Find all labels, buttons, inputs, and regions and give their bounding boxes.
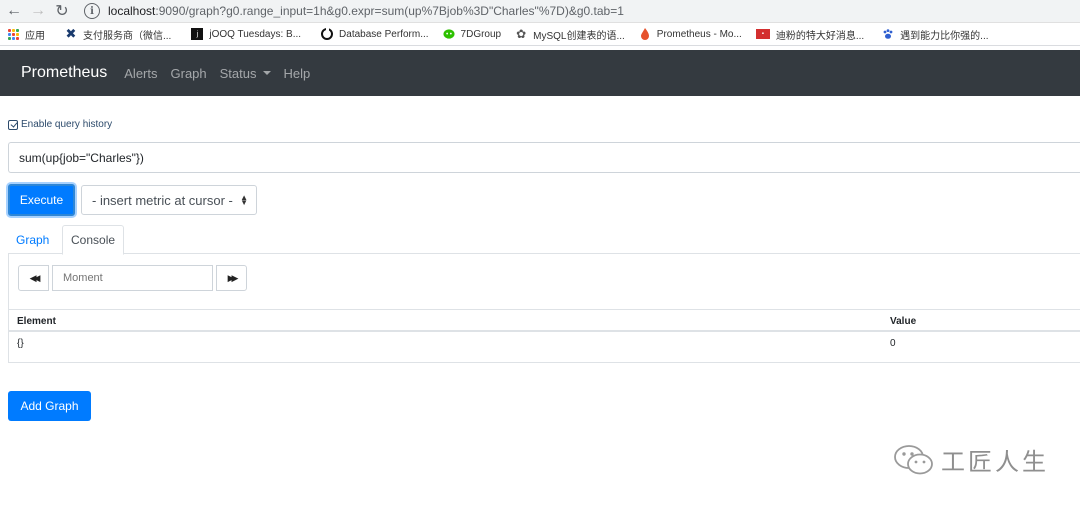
prometheus-icon xyxy=(639,28,651,40)
bookmark-label: 遇到能力比你强的... xyxy=(900,30,989,42)
url-host: localhost xyxy=(108,4,156,18)
metric-select-value: - insert metric at cursor - xyxy=(92,192,233,208)
bookmark-item[interactable]: 7DGroup xyxy=(442,28,502,40)
time-back-button[interactable]: ◀◀ xyxy=(18,265,49,291)
bookmark-item[interactable]: Database Perform... xyxy=(321,28,429,40)
bookmarks-bar: 应用 ✖ 支付服务商（微信... j jOOQ Tuesdays: B... D… xyxy=(0,23,1080,46)
x-logo-icon: ✖ xyxy=(65,26,77,41)
nav-alerts[interactable]: Alerts xyxy=(124,66,157,81)
news-icon: ▪ xyxy=(755,29,770,39)
moment-input[interactable] xyxy=(52,265,213,291)
watermark: 工匠人生 xyxy=(893,442,1049,477)
bookmark-label: 应用 xyxy=(25,30,45,42)
time-forward-button[interactable]: ▶▶ xyxy=(216,265,247,291)
url-path: :9090/graph?g0.range_input=1h&g0.expr=su… xyxy=(155,4,624,18)
cell-element: {} xyxy=(17,338,24,349)
add-graph-button[interactable]: Add Graph xyxy=(8,391,91,421)
brand-link[interactable]: Prometheus xyxy=(21,64,107,82)
bookmark-label: MySQL创建表的语... xyxy=(533,30,625,42)
apps-grid-icon xyxy=(8,28,19,40)
browser-toolbar: ← → ↻ i localhost:9090/graph?g0.range_in… xyxy=(0,0,1080,23)
site-info-icon[interactable]: i xyxy=(84,3,100,19)
column-header-value: Value xyxy=(890,316,917,327)
tab-console[interactable]: Console xyxy=(62,225,125,255)
nav-status-dropdown[interactable]: Status xyxy=(220,66,271,81)
query-history-label: Enable query history xyxy=(21,119,113,130)
mysql-icon: ✿ xyxy=(516,27,527,41)
table-row: {} 0 xyxy=(9,332,1080,356)
bookmark-label: 支付服务商（微信... xyxy=(83,30,172,42)
bookmark-label: Database Perform... xyxy=(339,28,429,40)
bookmark-item[interactable]: j jOOQ Tuesdays: B... xyxy=(191,28,301,40)
wechat-watermark-icon xyxy=(894,444,933,474)
bookmark-apps[interactable]: 应用 xyxy=(8,27,45,42)
fast-forward-icon: ▶▶ xyxy=(227,272,239,283)
query-history-toggle[interactable]: Enable query history xyxy=(8,119,112,130)
table-header: Element Value xyxy=(9,309,1080,332)
wechat-icon xyxy=(442,28,455,40)
bookmark-item[interactable]: ✖ 支付服务商（微信... xyxy=(65,26,172,42)
checkbox-checked-icon[interactable] xyxy=(8,119,18,130)
forward-arrow-icon[interactable]: → xyxy=(26,1,50,21)
back-arrow-icon[interactable]: ← xyxy=(2,1,26,21)
cell-value: 0 xyxy=(890,338,896,349)
caret-down-icon xyxy=(262,71,271,75)
nav-graph[interactable]: Graph xyxy=(171,66,207,81)
tab-bar: Graph Console xyxy=(8,225,1080,255)
jooq-icon: j xyxy=(191,28,204,40)
bookmark-label: Prometheus - Mo... xyxy=(656,28,742,40)
bookmark-label: 7DGroup xyxy=(460,28,502,40)
watermark-text: 工匠人生 xyxy=(941,448,1049,476)
expression-input[interactable] xyxy=(8,142,1080,173)
nav-help[interactable]: Help xyxy=(284,66,311,81)
baidu-paw-icon xyxy=(882,28,894,40)
reload-icon[interactable]: ↻ xyxy=(50,1,74,21)
db-icon xyxy=(321,28,334,40)
bookmark-item[interactable]: ✿ MySQL创建表的语... xyxy=(515,27,625,42)
tab-graph[interactable]: Graph xyxy=(8,225,57,254)
bookmark-item[interactable]: Prometheus - Mo... xyxy=(639,28,742,40)
execute-button[interactable]: Execute xyxy=(8,184,75,216)
rewind-icon: ◀◀ xyxy=(29,272,41,283)
console-panel: ◀◀ ▶▶ Element Value {} 0 xyxy=(8,253,1080,363)
prometheus-navbar: Prometheus Alerts Graph Status Help xyxy=(0,50,1080,96)
select-arrows-icon: ▲ ▼ xyxy=(240,193,248,207)
bookmark-label: jOOQ Tuesdays: B... xyxy=(209,28,302,40)
nav-status-label: Status xyxy=(219,65,257,81)
bookmark-item[interactable]: ▪ 迪粉的特大好消息... xyxy=(755,27,865,42)
bookmark-item[interactable]: 遇到能力比你强的... xyxy=(882,27,989,42)
column-header-element: Element xyxy=(17,316,56,327)
address-bar[interactable]: i localhost:9090/graph?g0.range_input=1h… xyxy=(84,1,1080,21)
insert-metric-select[interactable]: - insert metric at cursor - ▲ ▼ xyxy=(81,185,257,215)
console-table: Element Value {} 0 xyxy=(9,309,1080,356)
bookmark-label: 迪粉的特大好消息... xyxy=(775,30,865,42)
